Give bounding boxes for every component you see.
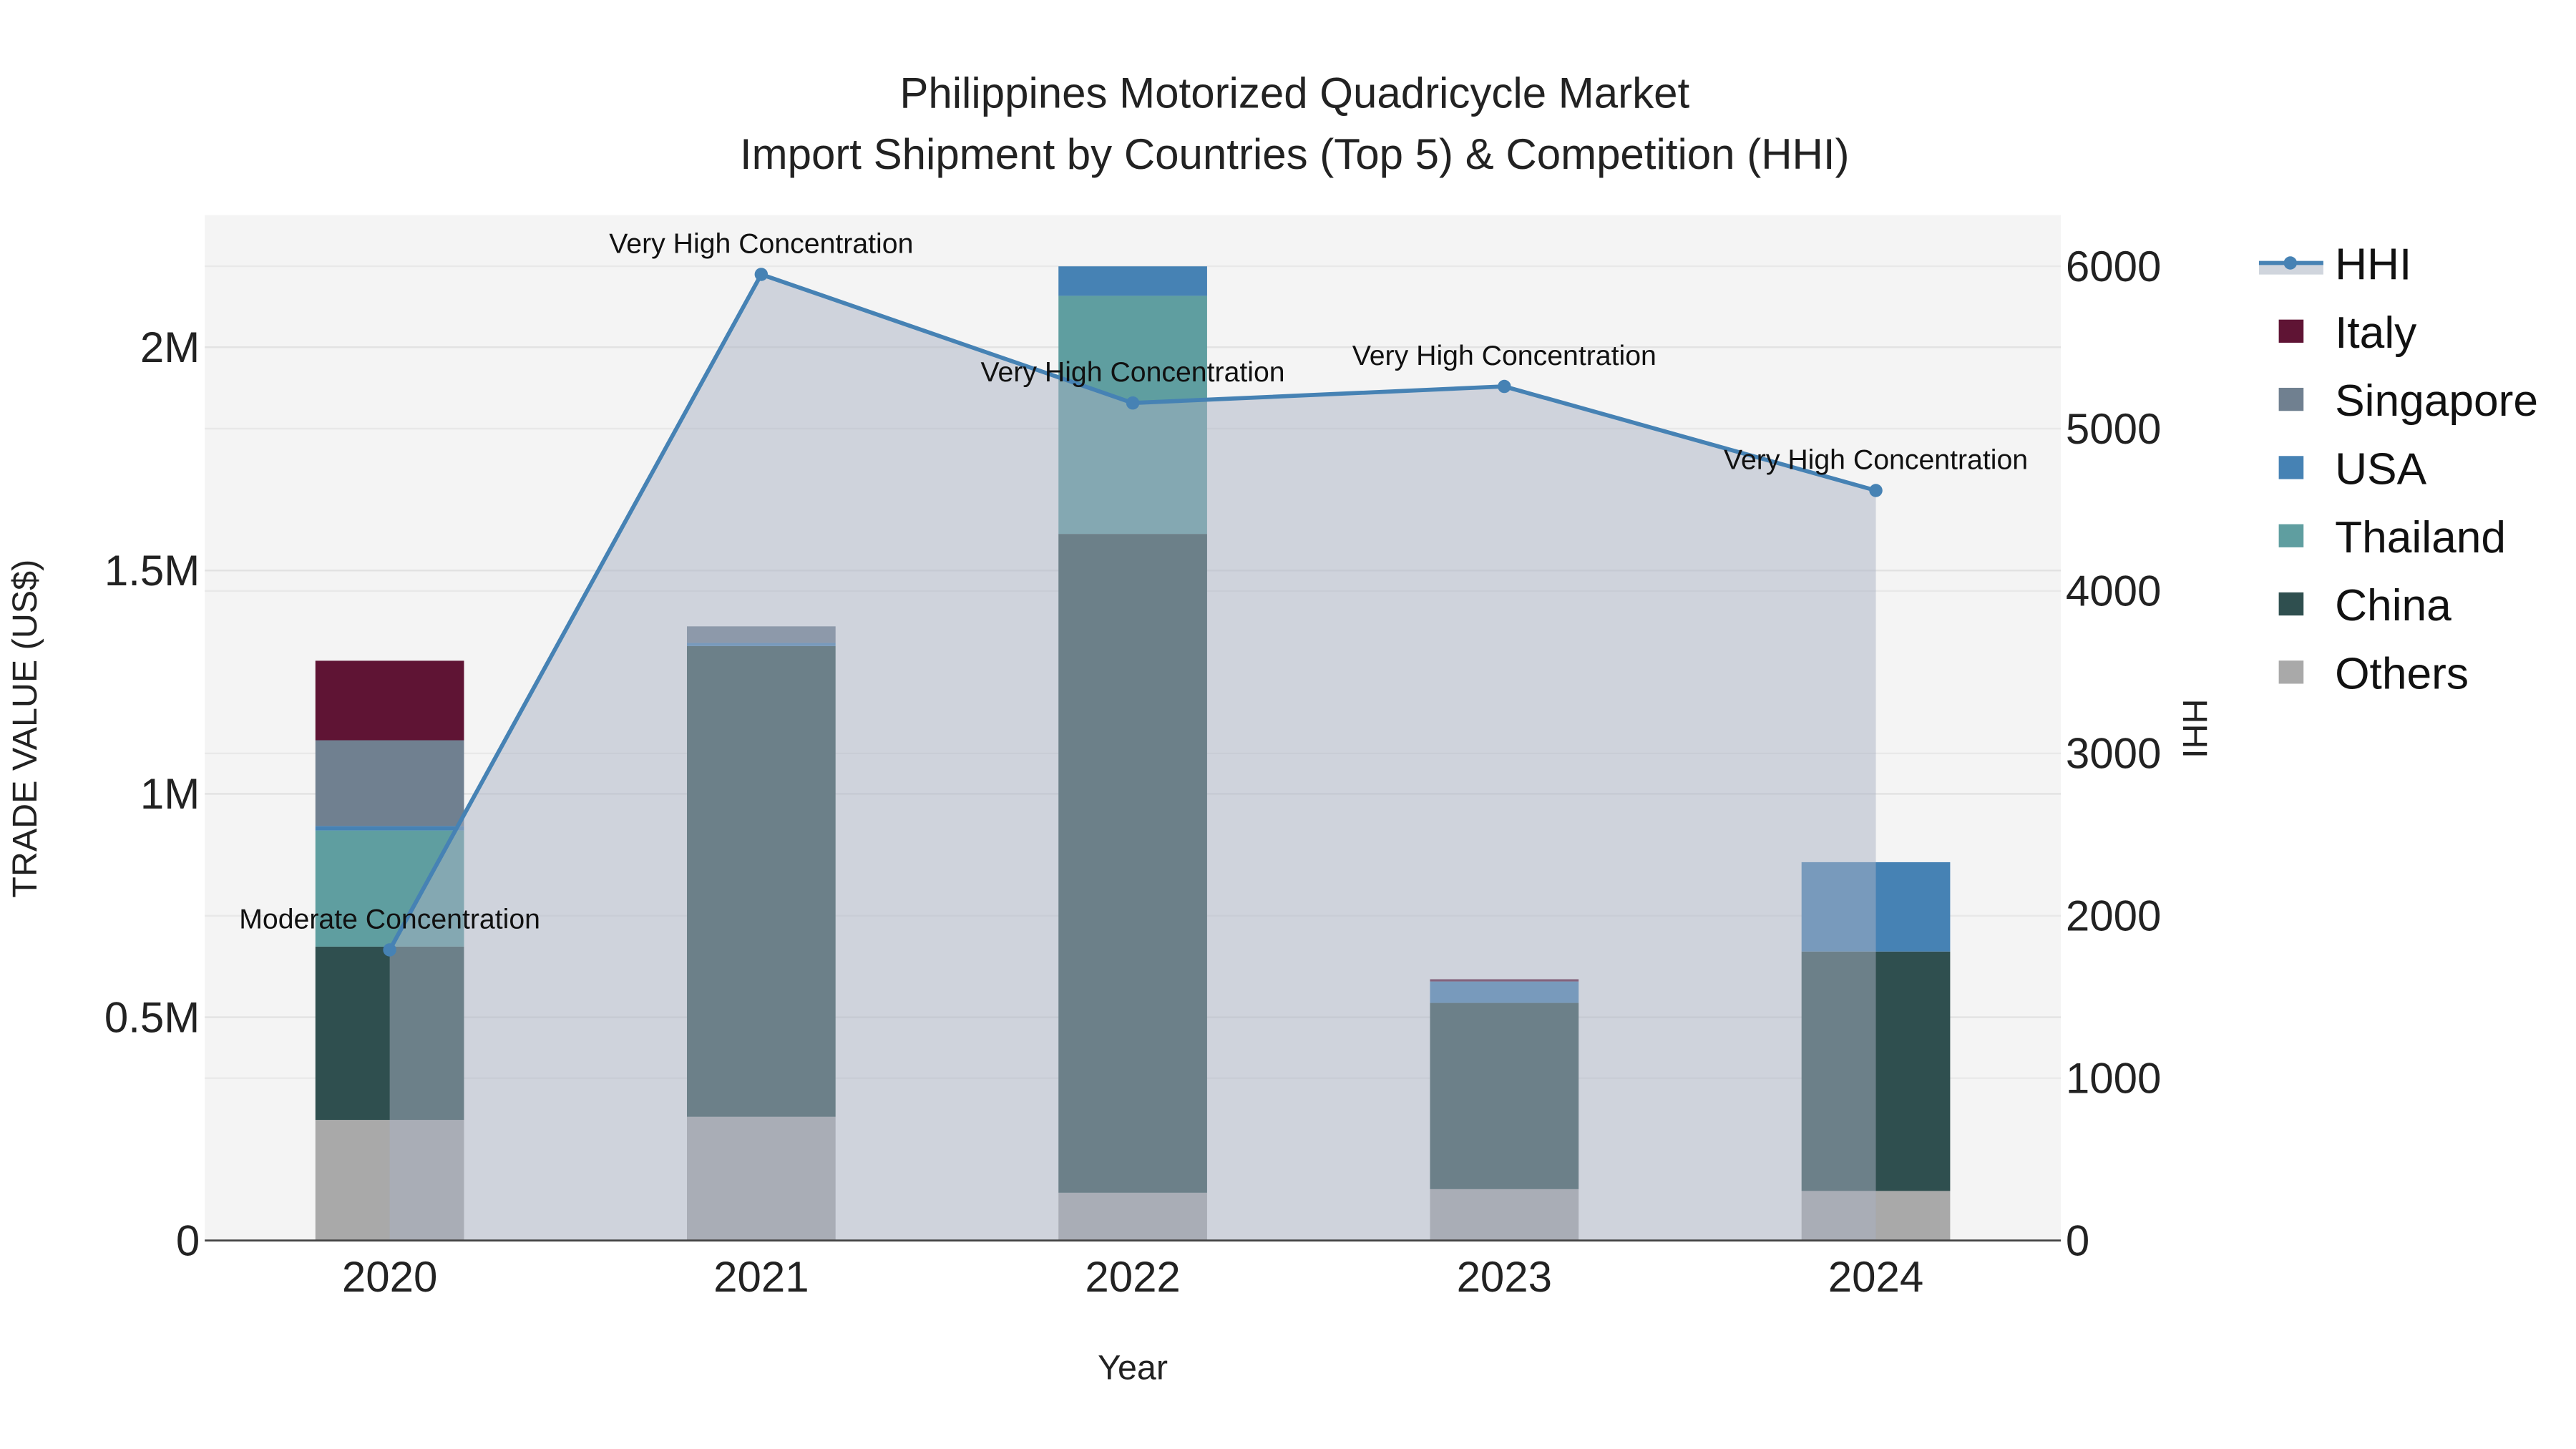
y2-tick-label: 1000	[2066, 1055, 2161, 1103]
legend-swatch-china	[2278, 592, 2304, 616]
hhi-point-2022	[1126, 396, 1140, 410]
x-tick-label: 2024	[1828, 1253, 1923, 1301]
legend-label-hhi: HHI	[2335, 240, 2411, 290]
legend-swatch-singapore	[2278, 387, 2304, 411]
legend: HHI Italy Singapore USA Thailand China Others	[2258, 240, 2538, 698]
y2-tick-label: 6000	[2066, 243, 2161, 291]
x-tick-label: 2020	[342, 1253, 437, 1301]
hhi-point-2023	[1498, 379, 1511, 394]
legend-swatch-italy	[2278, 319, 2304, 343]
y2-tick-label: 0	[2066, 1216, 2089, 1264]
y-tick-label: 1M	[140, 770, 200, 818]
x-axis-label: Year	[1098, 1349, 1168, 1387]
hhi-point-2024	[1869, 484, 1883, 497]
bar-singapore-2020	[315, 740, 464, 826]
legend-label-others: Others	[2335, 649, 2469, 698]
chart-title-line1: Philippines Motorized Quadricycle Market	[899, 69, 1689, 117]
chart-title-line2: Import Shipment by Countries (Top 5) & C…	[740, 130, 1850, 178]
bar-usa-2022	[1058, 266, 1207, 296]
legend-label-italy: Italy	[2335, 308, 2417, 358]
legend-swatch-usa	[2278, 456, 2304, 479]
y2-tick-label: 2000	[2066, 892, 2161, 940]
y-tick-label: 0	[176, 1216, 200, 1264]
chart: Moderate Concentration Very High Concentr…	[6, 69, 2538, 1387]
y2-tick-label: 3000	[2066, 730, 2161, 778]
x-tick-label: 2021	[713, 1253, 809, 1301]
legend-swatch-others	[2278, 660, 2304, 684]
legend-label-singapore: Singapore	[2335, 376, 2538, 426]
hhi-point-2021	[754, 268, 769, 281]
y-tick-label: 1.5M	[104, 547, 200, 595]
hhi-annotation: Very High Concentration	[1352, 340, 1657, 371]
x-tick-label: 2022	[1085, 1253, 1180, 1301]
y2-axis-label: HHI	[2175, 699, 2214, 758]
bar-italy-2020	[315, 660, 464, 741]
legend-hhi-marker	[2283, 256, 2297, 270]
y-tick-label: 2M	[140, 323, 200, 371]
bar-usa-2020	[315, 826, 464, 831]
hhi-annotation: Very High Concentration	[609, 228, 913, 259]
hhi-annotation: Very High Concentration	[981, 356, 1285, 388]
y2-tick-label: 4000	[2066, 567, 2161, 615]
legend-label-thailand: Thailand	[2335, 513, 2506, 562]
y-axis-label: TRADE VALUE (US$)	[6, 560, 44, 898]
legend-label-china: China	[2335, 581, 2451, 630]
x-tick-label: 2023	[1457, 1253, 1552, 1301]
y-tick-label: 0.5M	[104, 993, 200, 1041]
legend-label-usa: USA	[2335, 444, 2427, 494]
hhi-annotation: Very High Concentration	[1724, 444, 2028, 475]
hhi-annotation: Moderate Concentration	[239, 903, 540, 935]
hhi-point-2020	[383, 943, 396, 957]
y2-tick-label: 5000	[2066, 405, 2161, 453]
legend-swatch-thailand	[2278, 524, 2304, 547]
